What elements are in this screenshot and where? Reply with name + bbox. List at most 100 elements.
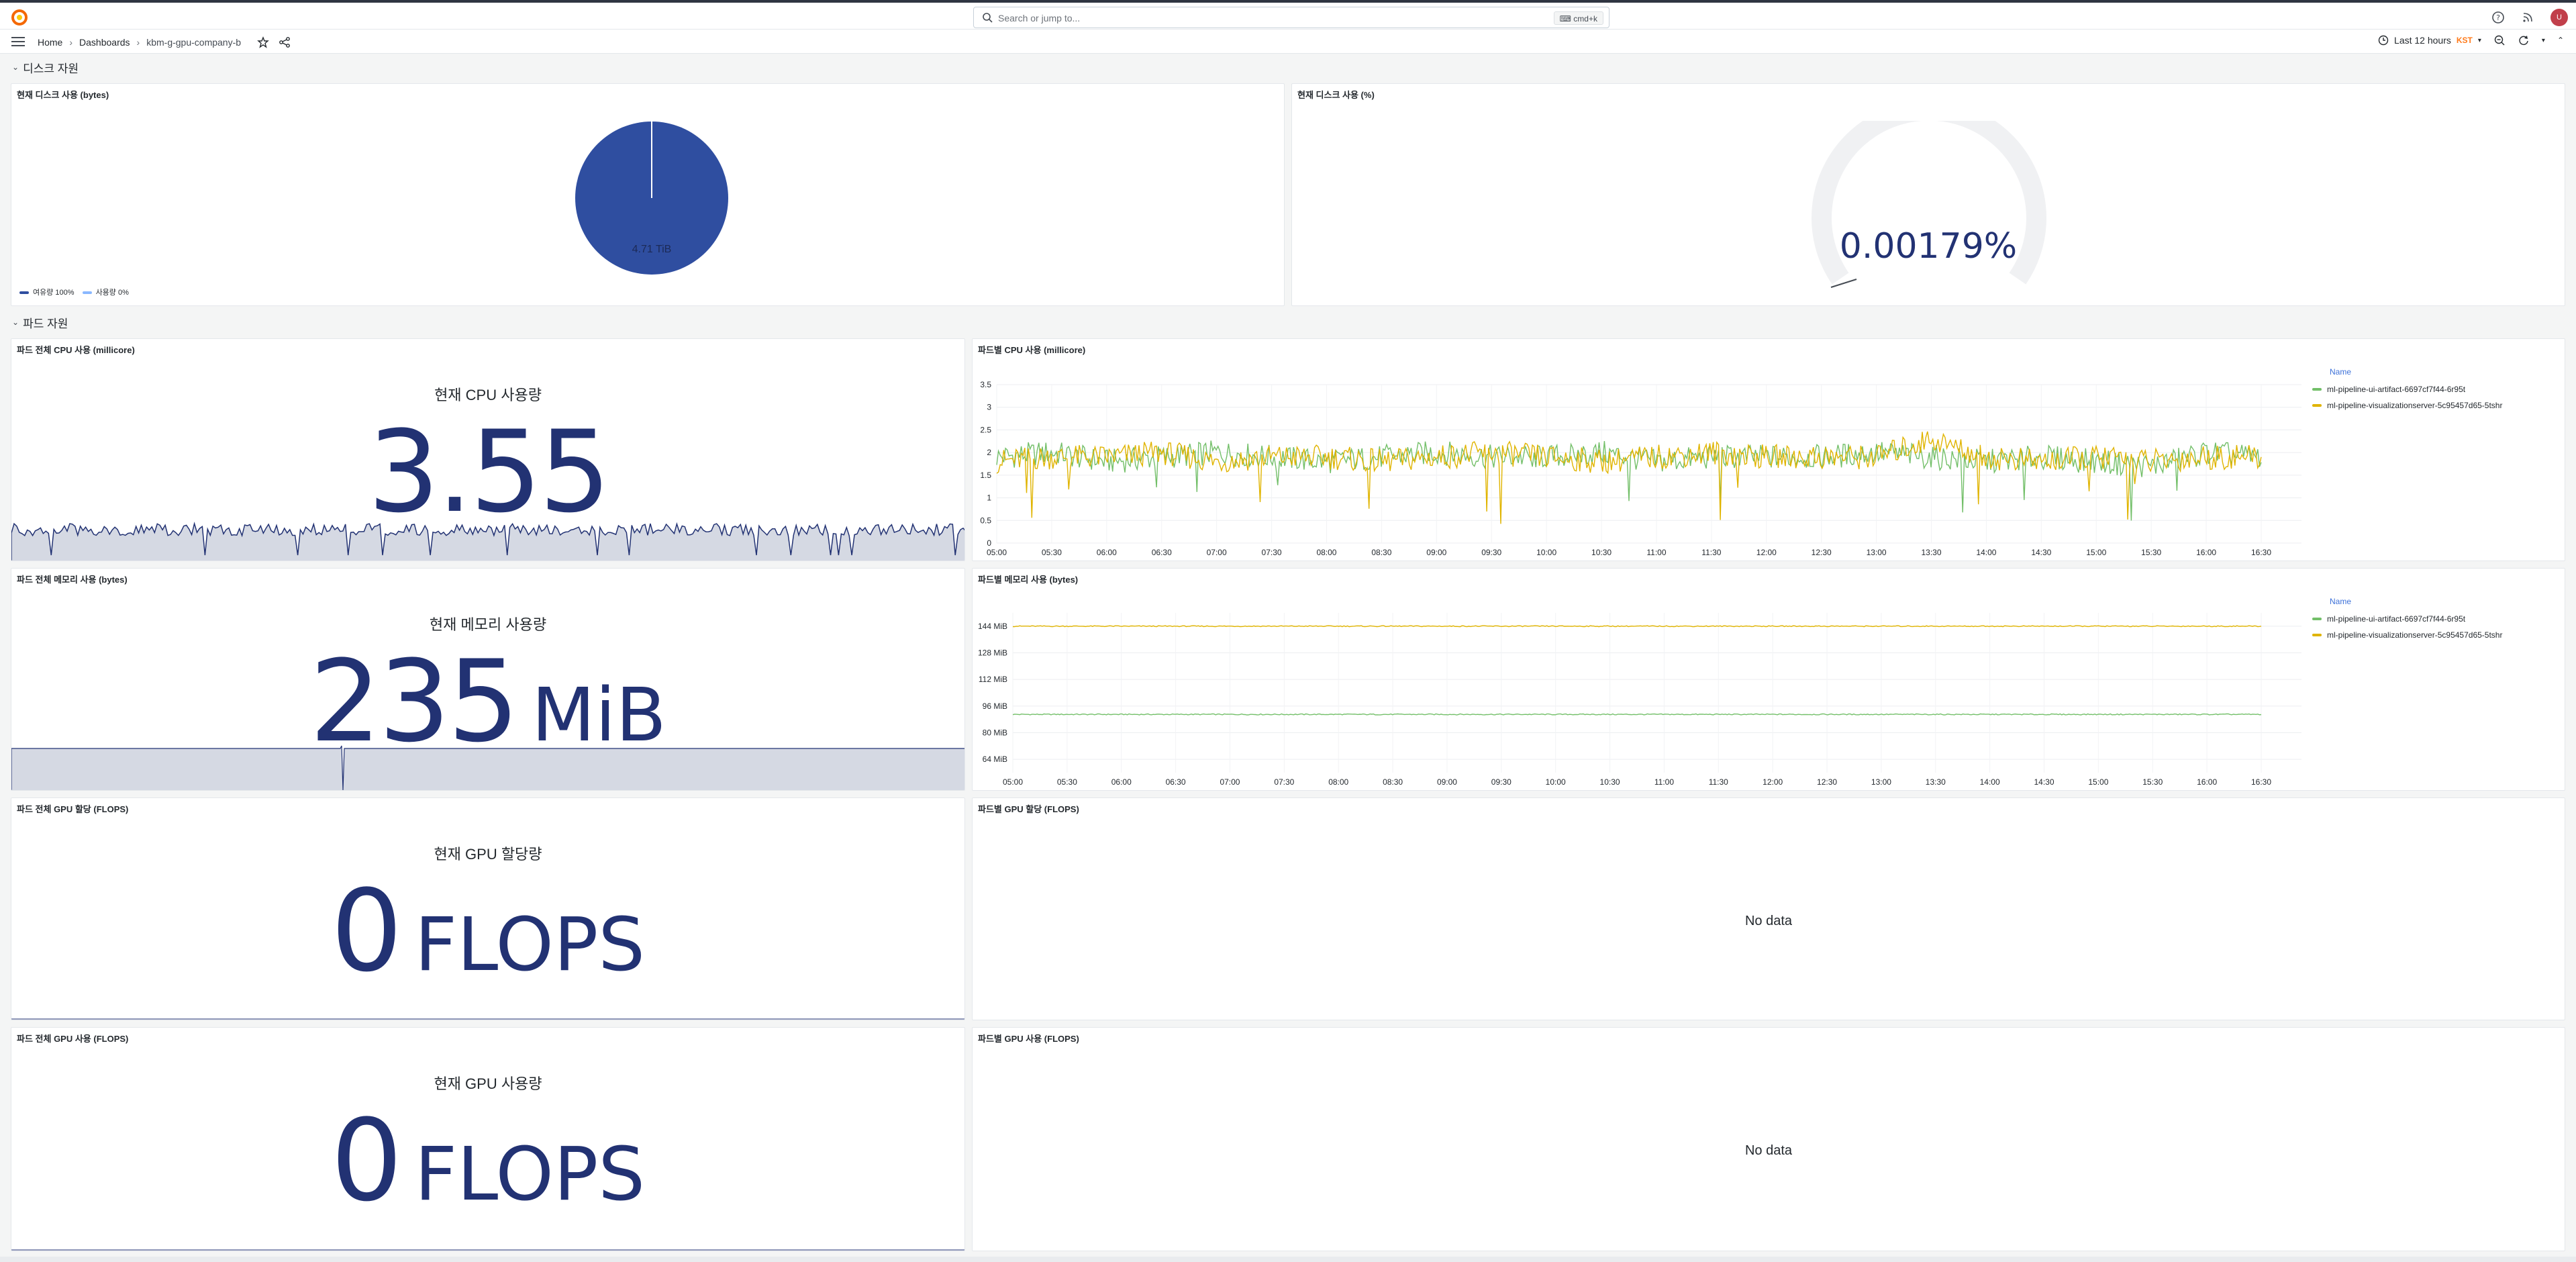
grafana-logo-icon[interactable] [11, 9, 28, 26]
sparkline-baseline [11, 1249, 964, 1251]
panel-title: 현재 디스크 사용 (bytes) [17, 90, 109, 100]
x-tick-label: 16:00 [2196, 548, 2216, 557]
series-line [996, 431, 2262, 524]
x-tick-label: 07:00 [1207, 548, 1227, 557]
legend-item-used[interactable]: 사용량 0% [82, 287, 129, 297]
collapse-chevron-up-icon[interactable]: ⌃ [2557, 36, 2564, 45]
time-range-label: Last 12 hours [2394, 35, 2451, 46]
y-tick-label: 0 [987, 538, 991, 548]
y-tick-label: 1.5 [980, 471, 991, 480]
help-icon[interactable]: ? [2491, 11, 2505, 24]
panel-title: 파드 전체 CPU 사용 (millicore) [17, 345, 135, 355]
x-tick-label: 14:30 [2034, 777, 2054, 787]
legend-header[interactable]: Name [2330, 597, 2502, 606]
timezone-badge: KST [2456, 36, 2473, 45]
chevron-right-icon: › [136, 37, 140, 48]
stat-value: 0 FLOPS [330, 865, 646, 997]
panel-disk-bytes: 현재 디스크 사용 (bytes) 4.71 TiB 여유량 100% 사용량 … [11, 83, 1285, 306]
time-range-picker[interactable]: Last 12 hours KST ▾ [2378, 35, 2481, 46]
panel-title: 파드별 GPU 사용 (FLOPS) [978, 1034, 1079, 1044]
x-tick-label: 06:00 [1097, 548, 1117, 557]
no-data-message: No data [1744, 1143, 1793, 1158]
panel-title: 파드 전체 GPU 할당 (FLOPS) [17, 804, 129, 814]
x-tick-label: 11:00 [1654, 777, 1674, 787]
x-tick-label: 07:30 [1274, 777, 1294, 787]
svg-text:?: ? [2496, 13, 2500, 22]
page-bottom-edge [0, 1257, 2576, 1262]
stat-unit: FLOPS [414, 902, 646, 987]
share-icon[interactable] [279, 36, 291, 48]
panel-mem-by-pod: 파드별 메모리 사용 (bytes) 64 MiB 80 MiB 96 MiB 112… [972, 568, 2565, 791]
x-tick-label: 13:00 [1867, 548, 1887, 557]
breadcrumb-current: kbm-g-gpu-company-b [146, 37, 242, 48]
x-tick-label: 11:00 [1646, 548, 1666, 557]
breadcrumb-home[interactable]: Home [38, 37, 62, 48]
legend-item-free[interactable]: 여유량 100% [19, 287, 75, 297]
x-tick-label: 06:30 [1166, 777, 1186, 787]
panel-cpu-total: 파드 전체 CPU 사용 (millicore) 현재 CPU 사용량 3.55 [11, 338, 965, 561]
clock-icon [2378, 35, 2389, 46]
news-feed-icon[interactable] [2521, 11, 2534, 24]
panel-gpu-use-by-pod: 파드별 GPU 사용 (FLOPS) No data [972, 1027, 2565, 1251]
gauge-value: 0.00179% [1839, 226, 2018, 266]
x-tick-label: 10:00 [1546, 777, 1566, 787]
refresh-interval-chevron-icon[interactable]: ▾ [2542, 37, 2545, 44]
search-input[interactable]: Search or jump to... ⌨ cmd+k [973, 7, 1609, 28]
x-tick-label: 07:30 [1262, 548, 1282, 557]
row-header-pod[interactable]: ⌄ 파드 자원 [12, 313, 68, 332]
legend-item[interactable]: ml-pipeline-ui-artifact-6697cf7f44-6r95t [2312, 614, 2502, 624]
panel-title: 파드 전체 메모리 사용 (bytes) [17, 575, 128, 585]
y-tick-label: 1 [987, 493, 991, 503]
x-tick-label: 15:00 [2088, 777, 2108, 787]
x-tick-label: 11:30 [1709, 777, 1728, 787]
legend-item[interactable]: ml-pipeline-visualizationserver-5c95457d… [2312, 630, 2502, 640]
x-tick-label: 16:00 [2197, 777, 2217, 787]
y-tick-label: 2 [987, 448, 991, 457]
y-tick-label: 80 MiB [983, 728, 1007, 738]
x-tick-label: 05:30 [1042, 548, 1062, 557]
x-tick-label: 16:30 [2251, 777, 2271, 787]
x-tick-label: 10:00 [1536, 548, 1556, 557]
row-header-disk[interactable]: ⌄ 디스크 자원 [12, 58, 79, 77]
y-tick-label: 64 MiB [983, 755, 1007, 764]
pie-center-label: 4.71 TiB [632, 244, 672, 255]
series-line [1013, 625, 2262, 628]
stat-unit: FLOPS [414, 1131, 646, 1217]
x-tick-label: 16:30 [2251, 548, 2271, 557]
x-tick-label: 10:30 [1600, 777, 1620, 787]
x-tick-label: 05:00 [1003, 777, 1023, 787]
panel-cpu-by-pod: 파드별 CPU 사용 (millicore) 0 0.5 1 1.5 2 2.5 3 3.5 0… [972, 338, 2565, 561]
panel-title: 현재 디스크 사용 (%) [1297, 90, 1375, 100]
mem-legend: Name ml-pipeline-ui-artifact-6697cf7f44-… [2312, 597, 2502, 646]
refresh-icon[interactable] [2518, 34, 2530, 46]
x-tick-label: 08:00 [1328, 777, 1348, 787]
panel-gpu-use-total: 파드 전체 GPU 사용 (FLOPS) 현재 GPU 사용량 0 FLOPS [11, 1027, 965, 1251]
x-tick-label: 12:00 [1756, 548, 1777, 557]
zoom-out-icon[interactable] [2493, 34, 2506, 46]
y-tick-label: 3 [987, 403, 991, 412]
search-shortcut: ⌨ cmd+k [1553, 11, 1603, 25]
nav-right-actions: Last 12 hours KST ▾ ▾ ⌃ [2378, 34, 2564, 46]
top-bar: Search or jump to... ⌨ cmd+k ? U [0, 0, 2576, 30]
breadcrumb-dashboards[interactable]: Dashboards [79, 37, 130, 48]
user-avatar[interactable]: U [2550, 9, 2568, 26]
x-tick-label: 14:00 [1976, 548, 1996, 557]
row-title-pod: 파드 자원 [23, 317, 68, 330]
legend-item[interactable]: ml-pipeline-visualizationserver-5c95457d… [2312, 401, 2502, 410]
x-tick-label: 07:00 [1220, 777, 1240, 787]
legend-item[interactable]: ml-pipeline-ui-artifact-6697cf7f44-6r95t [2312, 385, 2502, 394]
panel-title: 파드 전체 GPU 사용 (FLOPS) [17, 1034, 129, 1044]
series-line [1012, 713, 2262, 716]
y-tick-label: 128 MiB [978, 648, 1007, 658]
x-tick-label: 09:00 [1437, 777, 1457, 787]
menu-icon[interactable] [11, 35, 26, 48]
star-icon[interactable] [257, 36, 269, 48]
y-tick-label: 3.5 [980, 380, 991, 389]
chevron-down-icon: ⌄ [12, 318, 19, 327]
sparkline-baseline [11, 1018, 964, 1020]
legend-header[interactable]: Name [2330, 367, 2502, 377]
x-tick-label: 05:00 [987, 548, 1007, 557]
y-tick-label: 112 MiB [979, 675, 1007, 684]
breadcrumb: Home › Dashboards › kbm-g-gpu-company-b [38, 36, 291, 48]
x-tick-label: 10:30 [1591, 548, 1612, 557]
